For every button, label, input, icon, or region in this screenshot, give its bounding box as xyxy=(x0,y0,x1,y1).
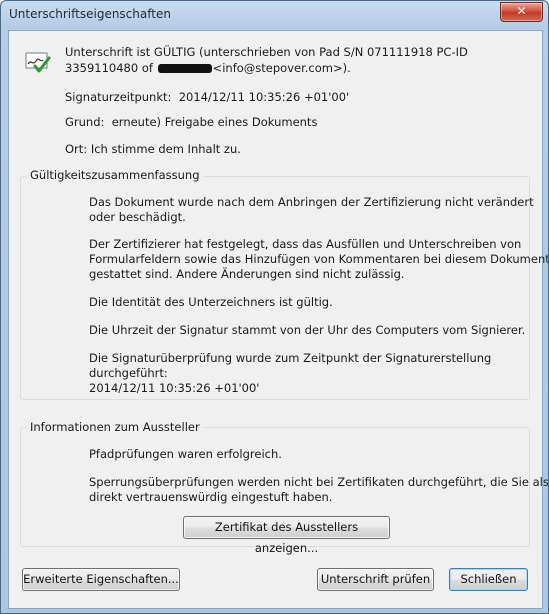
validity-text-2a: Der Zertifizierer hat festgelegt, dass d… xyxy=(89,237,522,251)
signature-reason-label: Grund: xyxy=(65,115,105,129)
advanced-properties-button[interactable]: Erweiterte Eigenschaften... xyxy=(22,568,180,591)
signature-location-value: Ich stimme dem Inhalt zu. xyxy=(90,142,241,156)
signature-valid-icon xyxy=(25,52,51,73)
validate-signature-button[interactable]: Unterschrift prüfen xyxy=(317,568,434,591)
issuer-text-2b: direkt vertrauenswürdig eingestuft haben… xyxy=(89,490,333,504)
signature-time-value: 2014/12/11 10:35:26 +01'00' xyxy=(178,90,350,104)
dialog-content: Unterschrift ist GÜLTIG (unterschrieben … xyxy=(8,30,548,609)
close-button[interactable]: Schließen xyxy=(449,568,528,591)
issuer-text-2a: Sperrungsüberprüfungen werden nicht bei … xyxy=(89,475,549,489)
issuer-info-heading: Informationen zum Aussteller xyxy=(27,420,203,434)
validity-text-3: Die Identität des Unterzeichners ist gül… xyxy=(89,295,333,309)
signature-reason-value: erneute) Freigabe eines Dokuments xyxy=(111,115,318,129)
show-issuer-certificate-button[interactable]: Zertifikat des Ausstellers anzeigen... xyxy=(183,516,390,555)
signature-status-prefix: 3359110480 of xyxy=(65,61,153,75)
redacted-name xyxy=(157,64,212,73)
validity-text-1b: oder beschädigt. xyxy=(89,210,186,224)
close-window-button[interactable]: ✕ xyxy=(500,2,543,22)
validity-text-2b: Formularfeldern sowie das Hinzufügen von… xyxy=(89,252,549,266)
signature-time-label: Signaturzeitpunkt: xyxy=(65,90,172,104)
window-title: Unterschriftseigenschaften xyxy=(9,7,171,21)
validity-text-5c: 2014/12/11 10:35:26 +01'00' xyxy=(89,381,260,395)
validity-text-4: Die Uhrzeit der Signatur stammt von der … xyxy=(89,323,526,337)
validity-text-5a: Die Signaturüberprüfung wurde zum Zeitpu… xyxy=(89,351,492,365)
signature-status-line-2: 3359110480 of <info@stepover.com>). xyxy=(65,61,351,75)
signature-location-label: Ort: xyxy=(65,142,88,156)
validity-summary-heading: Gültigkeitszusammenfassung xyxy=(27,168,203,182)
signature-properties-dialog: Unterschriftseigenschaften ✕ Unterschrif… xyxy=(0,0,549,614)
validity-text-2c: gestattet sind. Andere Änderungen sind n… xyxy=(89,267,405,281)
issuer-text-1: Pfadprüfungen waren erfolgreich. xyxy=(89,447,282,461)
signature-status-line-1: Unterschrift ist GÜLTIG (unterschrieben … xyxy=(65,45,468,59)
signature-location-row: Ort: Ich stimme dem Inhalt zu. xyxy=(65,142,241,156)
title-bar[interactable]: Unterschriftseigenschaften ✕ xyxy=(1,1,548,29)
signature-status-email: <info@stepover.com>). xyxy=(212,61,351,75)
signature-time-row: Signaturzeitpunkt: 2014/12/11 10:35:26 +… xyxy=(65,90,349,104)
validity-text-5b: durchgeführt: xyxy=(89,366,168,380)
validity-text-1a: Das Dokument wurde nach dem Anbringen de… xyxy=(89,195,534,209)
signature-reason-row: Grund: erneute) Freigabe eines Dokuments xyxy=(65,115,317,129)
